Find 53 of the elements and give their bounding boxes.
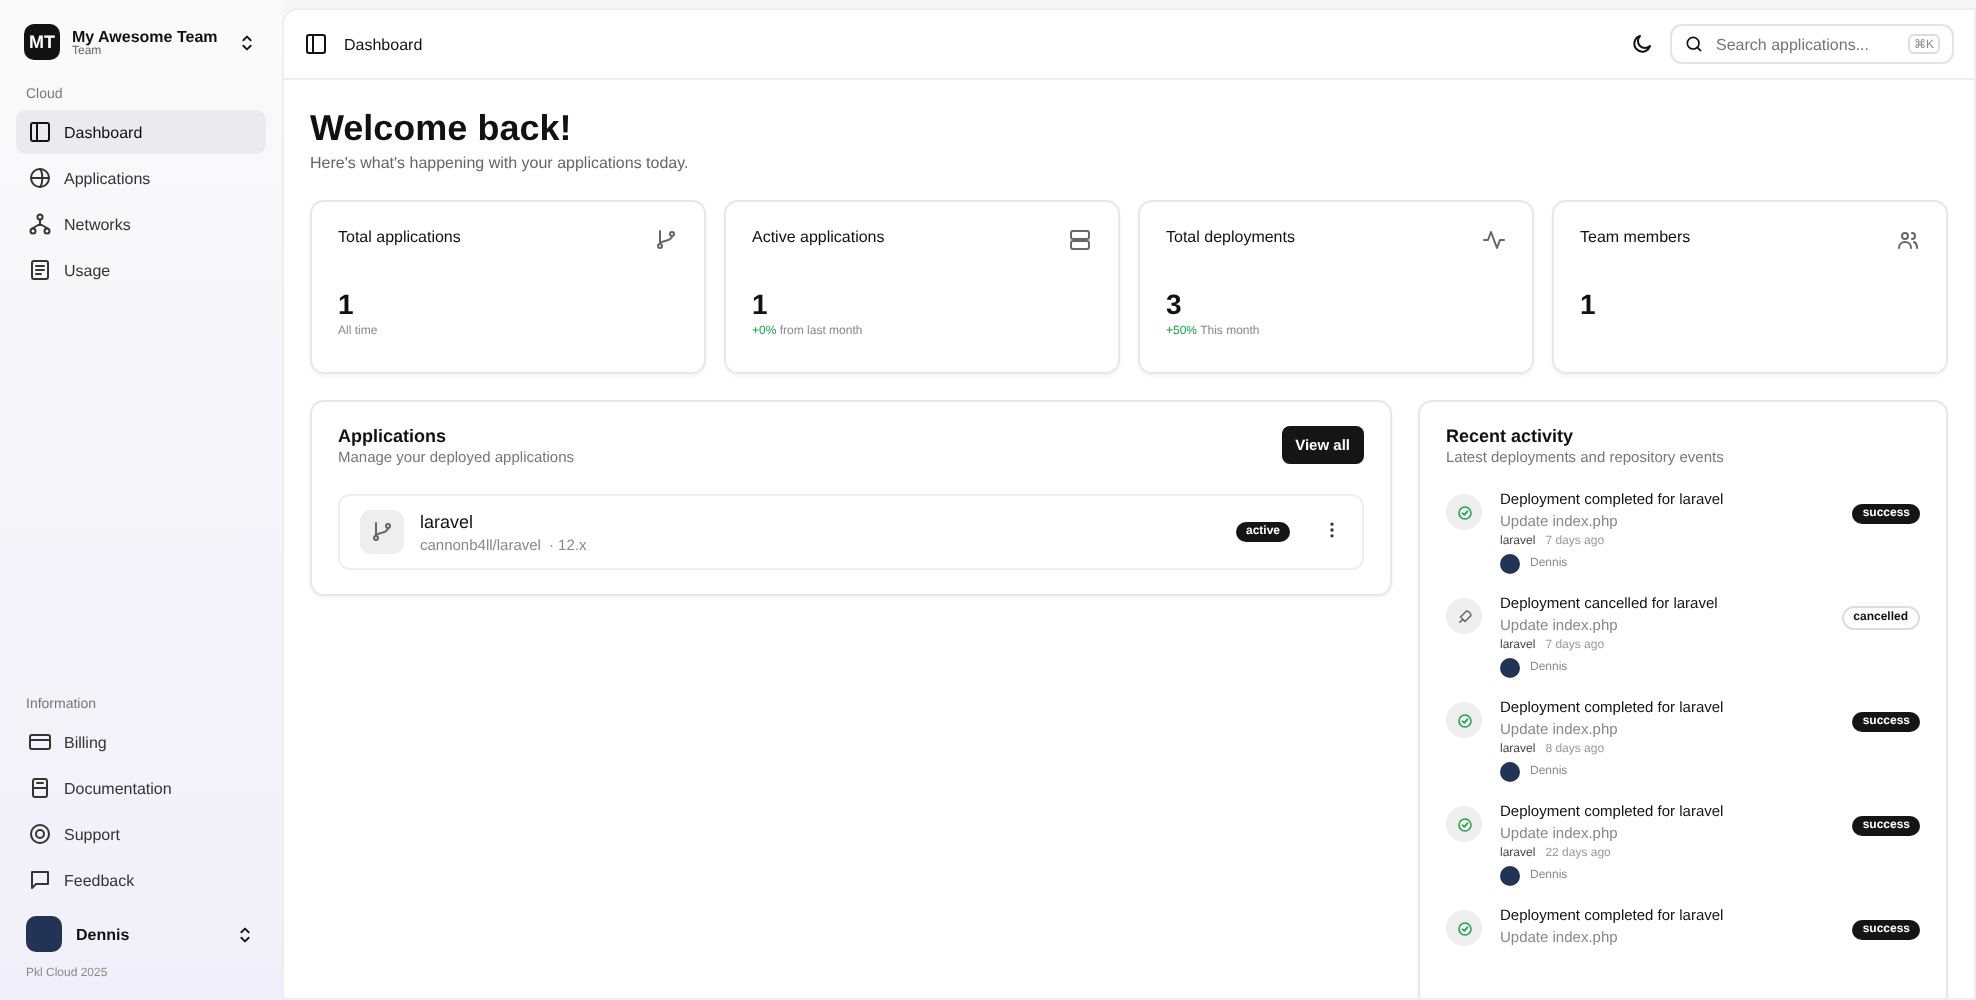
sidebar-item[interactable]: Dashboard [16, 110, 266, 154]
stat-value: 3 [1166, 288, 1184, 320]
check-circle-icon [1455, 919, 1473, 937]
sidebar-item[interactable]: Documentation [16, 766, 266, 810]
branch-icon [370, 520, 394, 544]
check-circle-icon [1455, 503, 1473, 521]
stat-label: Total deployments [1166, 228, 1295, 250]
stat-label: Total applications [338, 228, 461, 250]
chat-bubble-icon [28, 868, 52, 892]
user-avatar [26, 916, 62, 952]
stat-value: 1 [338, 288, 356, 320]
stat-value: 1 [752, 288, 770, 320]
stat-value: 1 [1580, 288, 1598, 320]
moon-icon [1630, 32, 1654, 56]
sidebar-item[interactable]: Feedback [16, 858, 266, 902]
user-avatar [1500, 762, 1520, 782]
search-icon [1684, 34, 1704, 54]
check-circle-icon [1455, 711, 1473, 729]
network-icon [28, 212, 52, 236]
sidebar-item[interactable]: Billing [16, 720, 266, 764]
report-icon [28, 258, 52, 282]
globe-icon [28, 166, 52, 190]
panel-title: Recent activity [1446, 426, 1576, 446]
chevron-up-down-icon [234, 923, 256, 945]
breadcrumb: Dashboard [344, 35, 425, 53]
user-avatar [1500, 554, 1520, 574]
user-avatar [1500, 658, 1520, 678]
app-name: laravel [420, 511, 476, 531]
user-avatar [1500, 866, 1520, 886]
lifebuoy-icon [28, 822, 52, 846]
stat-label: Active applications [752, 228, 885, 250]
sidebar-panel-icon [304, 32, 328, 56]
rocket-icon [1455, 607, 1473, 625]
team-name: My Awesome Team [72, 27, 220, 45]
page-subtitle: Here's what's happening with your applications today. [310, 154, 691, 172]
sidebar-panel-icon [28, 120, 52, 144]
user-name[interactable]: Dennis [76, 925, 220, 943]
sidebar-item[interactable]: Usage [16, 248, 266, 292]
sidebar-item[interactable]: Support [16, 812, 266, 856]
pulse-icon [1482, 228, 1506, 252]
sidebar-item[interactable]: Applications [16, 156, 266, 200]
credit-card-icon [28, 730, 52, 754]
book-icon [28, 776, 52, 800]
sidebar-item[interactable]: Networks [16, 202, 266, 246]
users-icon [1896, 228, 1920, 252]
page-title: Welcome back! [310, 108, 574, 150]
server-icon [1068, 228, 1092, 252]
stat-label: Team members [1580, 228, 1691, 250]
chevron-up-down-icon [236, 31, 258, 53]
team-avatar: MT [24, 24, 60, 60]
panel-title: Applications [338, 426, 449, 446]
check-circle-icon [1455, 815, 1473, 833]
branch-icon [654, 228, 678, 252]
